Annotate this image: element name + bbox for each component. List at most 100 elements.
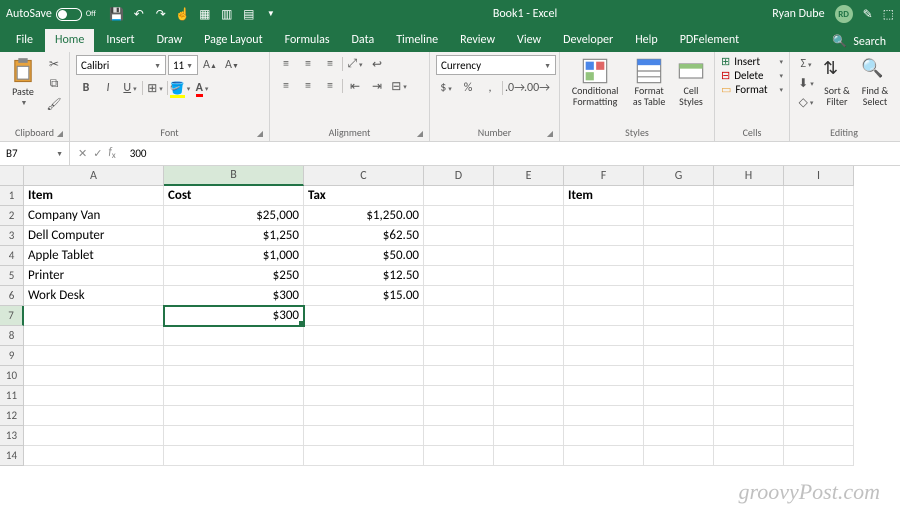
cell[interactable] (24, 366, 164, 386)
cell[interactable] (304, 366, 424, 386)
cell[interactable] (164, 366, 304, 386)
cell[interactable] (564, 426, 644, 446)
font-size-combo[interactable]: 11▼ (168, 55, 198, 75)
font-color-button[interactable]: A▾ (192, 79, 212, 97)
cell[interactable] (714, 386, 784, 406)
accounting-button[interactable]: $▾ (436, 79, 456, 97)
fill-color-button[interactable]: 🪣▾ (170, 79, 190, 97)
cut-icon[interactable]: ✂ (44, 55, 64, 73)
cell[interactable] (644, 426, 714, 446)
cell[interactable] (784, 366, 854, 386)
cell[interactable] (714, 406, 784, 426)
cell[interactable] (564, 326, 644, 346)
insert-button[interactable]: ⊞Insert▾ (721, 55, 783, 68)
cell[interactable] (784, 446, 854, 466)
cell[interactable] (714, 246, 784, 266)
col-header-I[interactable]: I (784, 166, 854, 186)
col-header-B[interactable]: B (164, 166, 304, 186)
cell[interactable] (24, 306, 164, 326)
chart-icon[interactable]: ▥ (220, 7, 234, 21)
cell[interactable] (714, 446, 784, 466)
cell[interactable] (714, 286, 784, 306)
underline-button[interactable]: U▾ (120, 79, 140, 97)
col-header-F[interactable]: F (564, 166, 644, 186)
increase-font-icon[interactable]: A▲ (200, 56, 220, 74)
cell[interactable]: $25,000 (164, 206, 304, 226)
row-header[interactable]: 4 (0, 246, 24, 266)
tab-formulas[interactable]: Formulas (275, 29, 340, 52)
cell[interactable] (494, 186, 564, 206)
tab-view[interactable]: View (507, 29, 551, 52)
row-header[interactable]: 10 (0, 366, 24, 386)
cell[interactable]: $1,250 (164, 226, 304, 246)
cell[interactable] (424, 206, 494, 226)
bold-button[interactable]: B (76, 79, 96, 97)
cell[interactable] (564, 206, 644, 226)
touch-icon[interactable]: ☝ (176, 7, 190, 21)
tab-review[interactable]: Review (450, 29, 505, 52)
italic-button[interactable]: I (98, 79, 118, 97)
select-all-button[interactable] (0, 166, 24, 186)
pen-icon[interactable]: ✎ (863, 7, 873, 22)
decrease-decimal-icon[interactable]: .00→ (527, 79, 547, 97)
alignment-launcher[interactable]: ◢ (417, 129, 423, 139)
cell[interactable] (784, 326, 854, 346)
row-header[interactable]: 7 (0, 306, 24, 326)
tab-timeline[interactable]: Timeline (386, 29, 448, 52)
cell[interactable] (644, 406, 714, 426)
wrap-text-icon[interactable]: ↩ (367, 55, 387, 73)
tab-pdfelement[interactable]: PDFelement (670, 29, 749, 52)
percent-button[interactable]: % (458, 79, 478, 97)
cell[interactable] (494, 446, 564, 466)
cell[interactable] (304, 306, 424, 326)
selected-cell[interactable]: $300 (164, 306, 304, 326)
cell[interactable] (784, 306, 854, 326)
conditional-formatting-button[interactable]: Conditional Formatting (566, 55, 624, 109)
cell[interactable] (644, 206, 714, 226)
cell[interactable] (644, 446, 714, 466)
cell[interactable] (564, 306, 644, 326)
search-button[interactable]: 🔍 Search (824, 31, 894, 52)
cell[interactable]: Dell Computer (24, 226, 164, 246)
cell[interactable] (164, 346, 304, 366)
cell[interactable] (424, 226, 494, 246)
cell[interactable] (564, 346, 644, 366)
clear-button[interactable]: ◇▾ (796, 93, 816, 111)
cell[interactable] (564, 266, 644, 286)
cell[interactable] (24, 406, 164, 426)
font-name-combo[interactable]: Calibri▼ (76, 55, 166, 75)
redo-icon[interactable]: ↷ (154, 7, 168, 21)
cell[interactable] (304, 346, 424, 366)
cell[interactable] (644, 386, 714, 406)
cell[interactable] (494, 386, 564, 406)
tab-draw[interactable]: Draw (147, 29, 193, 52)
cell[interactable] (494, 346, 564, 366)
cell[interactable] (564, 286, 644, 306)
cell[interactable] (784, 286, 854, 306)
cell[interactable] (784, 266, 854, 286)
cell[interactable]: Cost (164, 186, 304, 206)
cell[interactable] (714, 266, 784, 286)
cell[interactable] (714, 326, 784, 346)
cell[interactable] (714, 206, 784, 226)
cell[interactable] (714, 426, 784, 446)
cell[interactable] (164, 326, 304, 346)
cell[interactable] (24, 386, 164, 406)
copy-icon[interactable]: ⧉ (44, 75, 64, 93)
autosave-toggle[interactable]: AutoSave Off (6, 7, 96, 21)
cell[interactable] (164, 446, 304, 466)
cell[interactable] (494, 266, 564, 286)
cell[interactable] (494, 206, 564, 226)
merge-button[interactable]: ⊟▾ (389, 77, 409, 95)
cell[interactable] (644, 246, 714, 266)
cell[interactable] (564, 366, 644, 386)
cell[interactable] (564, 406, 644, 426)
cell[interactable] (304, 426, 424, 446)
cell[interactable] (644, 366, 714, 386)
cell[interactable]: Printer (24, 266, 164, 286)
align-center-icon[interactable]: ≡ (298, 77, 318, 95)
cell[interactable]: Item (564, 186, 644, 206)
fill-button[interactable]: ⬇▾ (796, 74, 816, 92)
cell[interactable] (24, 346, 164, 366)
cell[interactable]: Company Van (24, 206, 164, 226)
